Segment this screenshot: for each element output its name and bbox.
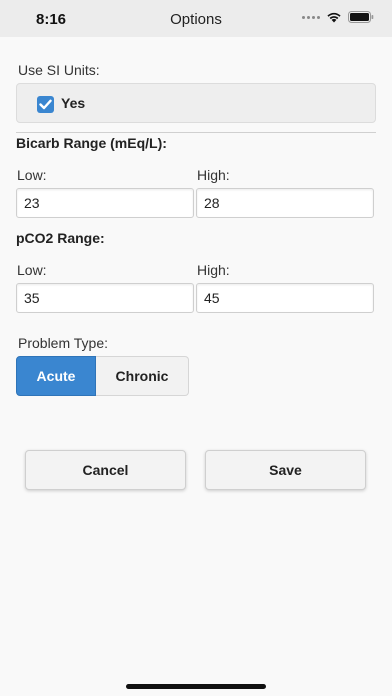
status-bar: 8:16 Options bbox=[0, 0, 392, 37]
divider bbox=[16, 132, 376, 133]
cancel-button[interactable]: Cancel bbox=[25, 450, 186, 490]
checkmark-icon bbox=[37, 96, 54, 113]
bicarb-high-label: High: bbox=[197, 167, 230, 183]
si-units-label: Use SI Units: bbox=[18, 62, 100, 78]
battery-icon bbox=[348, 11, 374, 23]
bicarb-range-title: Bicarb Range (mEq/L): bbox=[16, 135, 167, 151]
chronic-toggle-button[interactable]: Chronic bbox=[96, 356, 189, 396]
bicarb-low-label: Low: bbox=[17, 167, 47, 183]
acute-toggle-button[interactable]: Acute bbox=[16, 356, 96, 396]
bicarb-low-input[interactable] bbox=[16, 188, 194, 218]
si-units-checkbox[interactable]: Yes bbox=[16, 83, 376, 123]
pco2-high-label: High: bbox=[197, 262, 230, 278]
pco2-low-input[interactable] bbox=[16, 283, 194, 313]
home-indicator bbox=[126, 684, 266, 689]
status-icons bbox=[302, 11, 374, 23]
si-units-option-label: Yes bbox=[61, 95, 86, 111]
save-button[interactable]: Save bbox=[205, 450, 366, 490]
wifi-icon bbox=[327, 12, 341, 23]
problem-type-label: Problem Type: bbox=[18, 335, 109, 351]
pco2-low-label: Low: bbox=[17, 262, 47, 278]
cellular-signal-icon bbox=[302, 15, 320, 19]
pco2-range-title: pCO2 Range: bbox=[16, 230, 105, 246]
pco2-high-input[interactable] bbox=[196, 283, 374, 313]
bicarb-high-input[interactable] bbox=[196, 188, 374, 218]
